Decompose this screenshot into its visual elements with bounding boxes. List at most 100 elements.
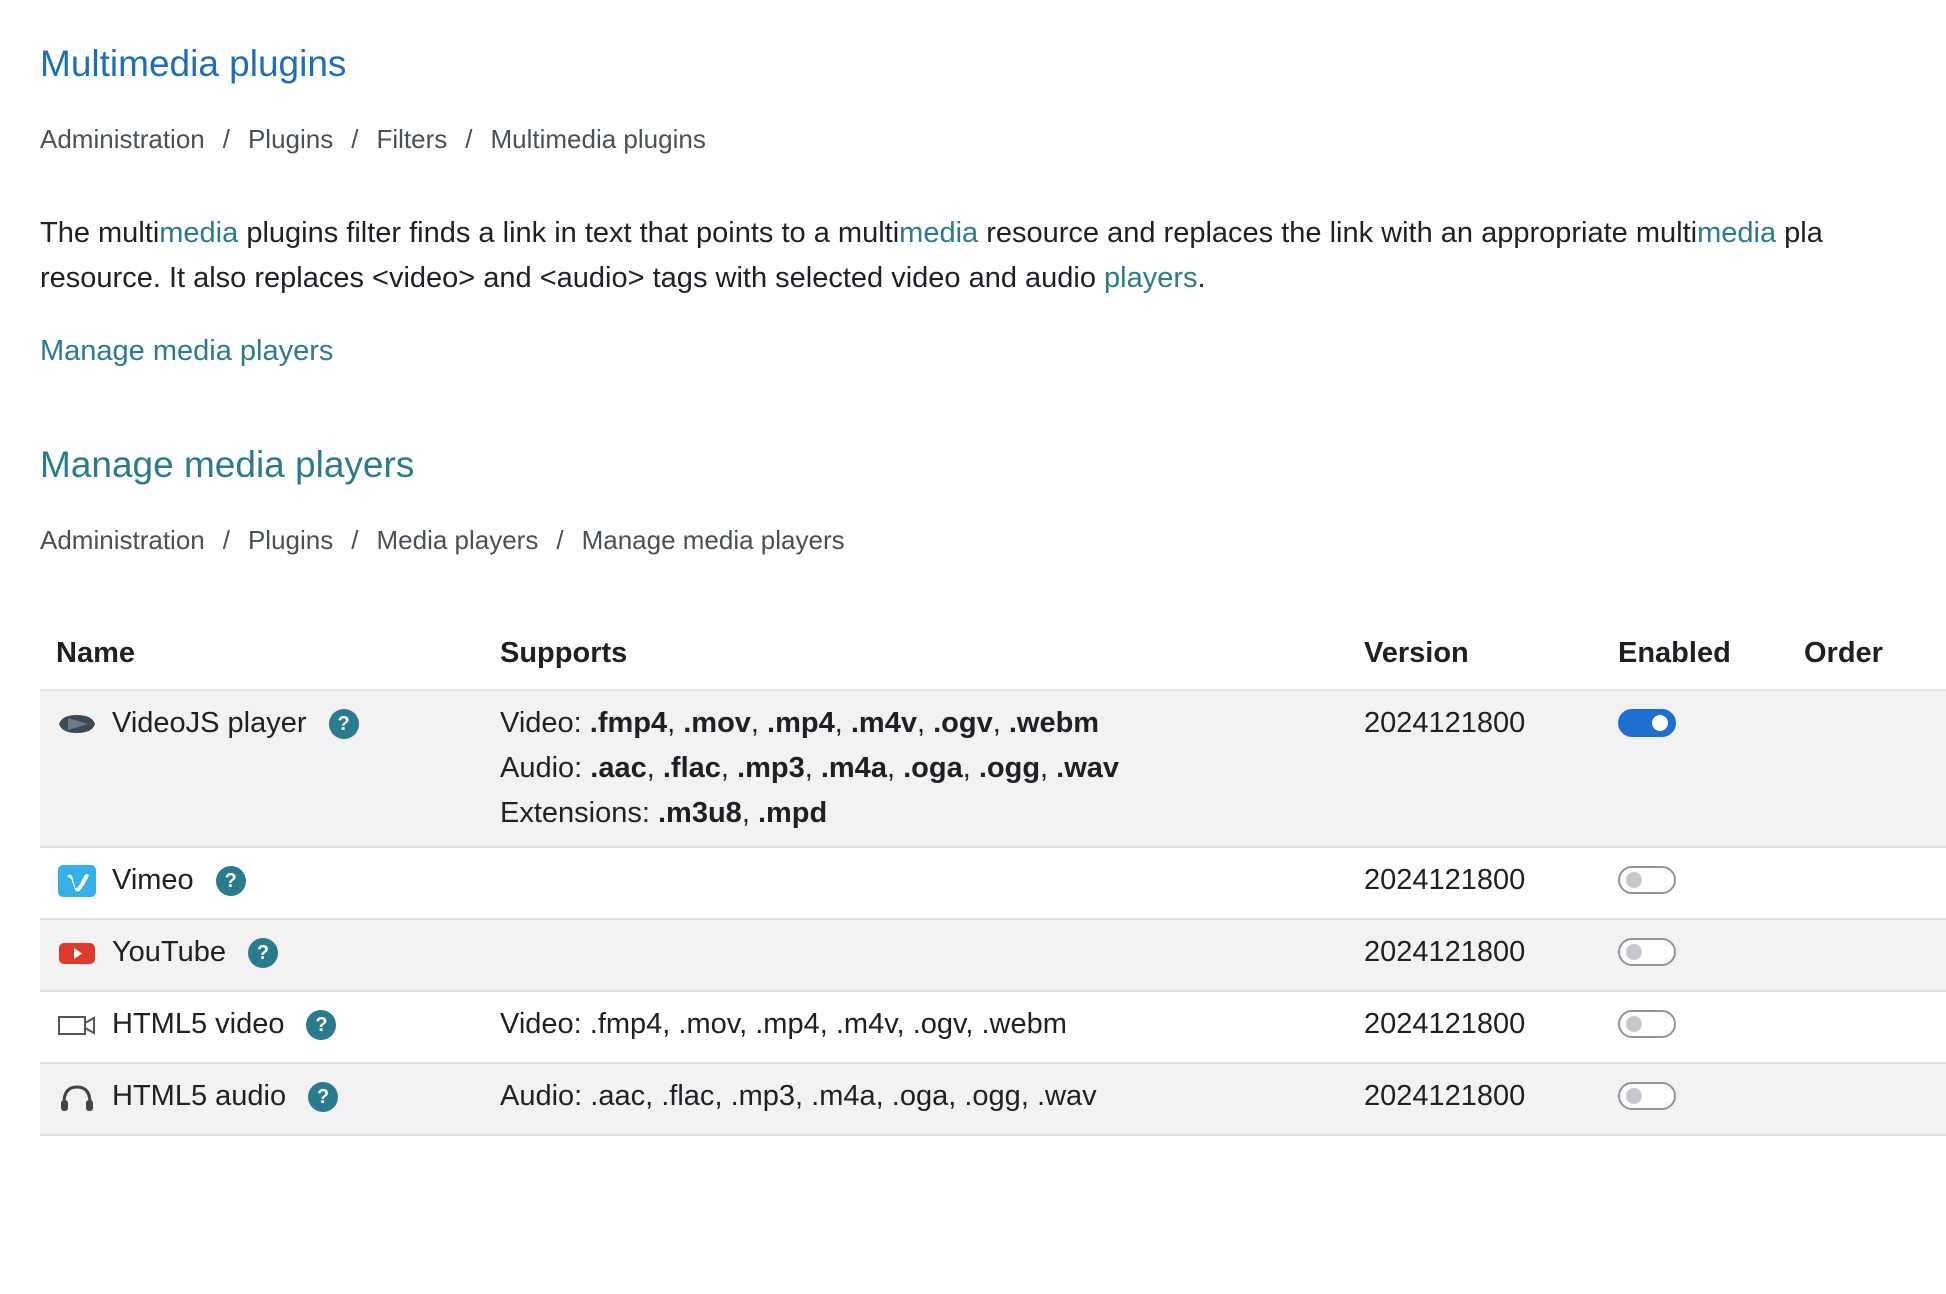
toggle-knob (1652, 715, 1668, 731)
breadcrumb-item-administration[interactable]: Administration (40, 124, 205, 155)
enable-toggle[interactable] (1618, 866, 1676, 894)
cell-supports: Audio: .aac, .flac, .mp3, .m4a, .oga, .o… (484, 1063, 1348, 1136)
highlighted-term: media (1697, 217, 1777, 249)
page-title: Multimedia plugins (40, 43, 347, 84)
help-icon[interactable]: ? (247, 937, 278, 968)
format-extension: .mp3 (737, 752, 805, 784)
supports-label: Audio: (500, 1080, 591, 1112)
table-row: YouTube? 2024121800 (40, 919, 1946, 992)
format-extension: .fmp4 (589, 707, 668, 739)
cell-version: 2024121800 (1348, 1063, 1602, 1136)
supports-line: Audio: .aac, .flac, .mp3, .m4a, .oga, .o… (500, 752, 1120, 784)
enable-toggle[interactable] (1618, 709, 1676, 737)
manage-media-players-link[interactable]: Manage media players (40, 335, 333, 368)
format-extension: .aac (590, 1080, 646, 1112)
cell-supports: Video: .fmp4, .mov, .mp4, .m4v, .ogv, .w… (484, 991, 1348, 1064)
help-icon[interactable]: ? (215, 865, 246, 896)
plugin-name-group: YouTube? (56, 930, 468, 975)
cell-enabled (1602, 690, 1788, 848)
cell-name: HTML5 audio? (40, 1063, 484, 1136)
cell-order (1788, 1063, 1946, 1136)
breadcrumb-separator: / (222, 525, 230, 555)
format-extension: .flac (662, 752, 721, 784)
plugin-name: VideoJS player (112, 707, 307, 739)
cell-version: 2024121800 (1348, 919, 1602, 992)
format-extension: .mp4 (767, 707, 835, 739)
plugin-name-group: HTML5 video? (56, 1002, 468, 1047)
format-extension: .mp4 (755, 1008, 820, 1040)
format-extension: .m4v (835, 1008, 897, 1040)
column-header-enabled: Enabled (1602, 617, 1788, 691)
breadcrumb-item-media-players[interactable]: Media players (376, 525, 538, 556)
breadcrumb-item-plugins[interactable]: Plugins (248, 124, 333, 155)
cell-version: 2024121800 (1348, 991, 1602, 1064)
help-icon[interactable]: ? (328, 708, 359, 739)
cell-supports (484, 847, 1348, 920)
format-extension: .webm (981, 1008, 1067, 1040)
enable-toggle[interactable] (1618, 1010, 1676, 1038)
toggle-knob (1626, 872, 1642, 888)
cell-order (1788, 690, 1946, 848)
format-extension: .m3u8 (657, 797, 742, 829)
cell-name: Vimeo? (40, 847, 484, 920)
breadcrumb: Administration / Plugins / Filters / Mul… (40, 124, 706, 155)
supports-line: Audio: .aac, .flac, .mp3, .m4a, .oga, .o… (500, 1080, 1097, 1112)
cell-version: 2024121800 (1348, 847, 1602, 920)
format-extension: .ogv (912, 1008, 966, 1040)
cell-enabled (1602, 991, 1788, 1064)
plugin-name: YouTube (112, 936, 226, 968)
breadcrumb-item-plugins[interactable]: Plugins (248, 525, 333, 556)
description-text: resource and replaces the link with an a… (978, 217, 1698, 249)
description-line: The multimedia plugins filter finds a li… (40, 211, 1946, 256)
vimeo-icon (56, 864, 98, 897)
format-extension: .mov (678, 1008, 740, 1040)
breadcrumb-item-administration[interactable]: Administration (40, 525, 205, 556)
format-extension: .fmp4 (589, 1008, 663, 1040)
format-extension: .m4a (811, 1080, 876, 1112)
column-header-name: Name (40, 617, 484, 691)
supports-label: Video: (500, 707, 590, 739)
breadcrumb-separator: / (351, 525, 359, 555)
table-row: HTML5 audio? Audio: .aac, .flac, .mp3, .m… (40, 1063, 1946, 1136)
format-extension: .mp3 (730, 1080, 796, 1112)
cell-supports (484, 919, 1348, 992)
supports-label: Audio: (500, 752, 591, 784)
cell-name: YouTube? (40, 919, 484, 992)
breadcrumb-separator: / (465, 124, 473, 154)
highlighted-term: media (899, 217, 979, 249)
plugin-name-group: VideoJS player? (56, 701, 468, 746)
supports-line: Extensions: .m3u8, .mpd (500, 797, 828, 829)
column-header-order: Order (1788, 617, 1946, 691)
cell-order (1788, 847, 1946, 920)
format-extension: .mpd (757, 797, 828, 829)
breadcrumb-item-current: Multimedia plugins (490, 124, 706, 154)
supports-label: Extensions: (500, 797, 658, 829)
description-text: . (1197, 262, 1206, 294)
cell-enabled (1602, 919, 1788, 992)
breadcrumb-separator: / (222, 124, 230, 154)
cell-version: 2024121800 (1348, 690, 1602, 848)
cell-order (1788, 919, 1946, 992)
format-extension: .webm (1008, 707, 1100, 739)
section-title-manage-media-players: Manage media players (40, 444, 415, 485)
help-icon[interactable]: ? (306, 1009, 337, 1040)
format-extension: .m4a (820, 752, 887, 784)
toggle-knob (1626, 944, 1642, 960)
format-extension: .flac (661, 1080, 715, 1112)
supports-label: Video: (500, 1008, 590, 1040)
supports-line: Video: .fmp4, .mov, .mp4, .m4v, .ogv, .w… (500, 1008, 1067, 1040)
toggle-knob (1626, 1088, 1642, 1104)
media-players-table: Name Supports Version Enabled Order Vide… (40, 617, 1946, 1136)
breadcrumb-item-filters[interactable]: Filters (376, 124, 447, 155)
table-header-row: Name Supports Version Enabled Order (40, 617, 1946, 691)
enable-toggle[interactable] (1618, 1082, 1676, 1110)
format-extension: .ogv (933, 707, 993, 739)
highlighted-term: players (1104, 262, 1198, 294)
help-icon[interactable]: ? (308, 1081, 339, 1112)
format-extension: .m4v (850, 707, 917, 739)
headphones-icon (56, 1081, 98, 1113)
format-extension: .aac (590, 752, 647, 784)
enable-toggle[interactable] (1618, 938, 1676, 966)
table-row: Vimeo? 2024121800 (40, 847, 1946, 920)
table-row: HTML5 video? Video: .fmp4, .mov, .mp4, .m… (40, 991, 1946, 1064)
